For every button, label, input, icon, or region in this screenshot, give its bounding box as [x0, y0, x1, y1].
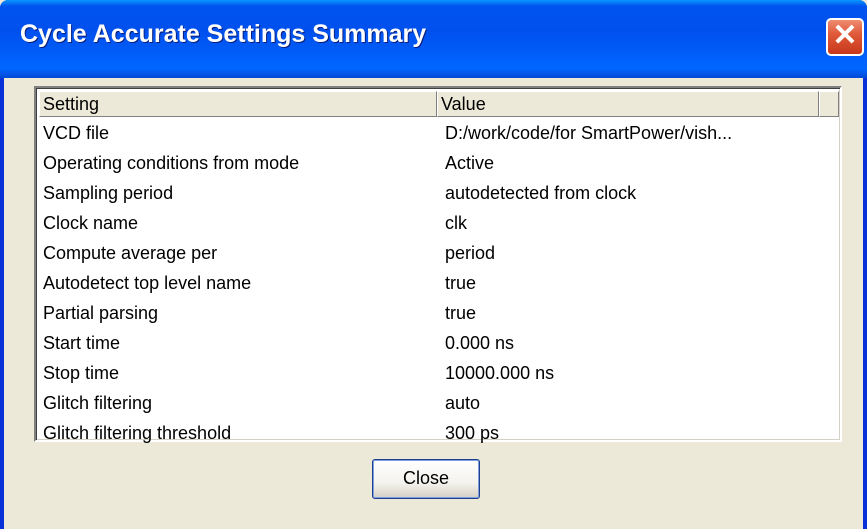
setting-value: auto	[445, 393, 481, 413]
table-row[interactable]: Autodetect top level name true	[36, 268, 836, 298]
table-row[interactable]: Glitch filtering auto	[36, 388, 836, 418]
setting-value: D:/work/code/for SmartPower/vish...	[445, 123, 733, 143]
table-row[interactable]: Glitch filtering threshold 300 ps	[36, 418, 836, 448]
table-row[interactable]: Start time 0.000 ns	[36, 328, 836, 358]
setting-value: true	[445, 303, 477, 323]
setting-value: 300 ps	[445, 423, 500, 443]
setting-value: Active	[445, 153, 495, 173]
close-window-icon[interactable]: ✕	[826, 18, 864, 56]
setting-value: autodetected from clock	[445, 183, 637, 203]
setting-name: Compute average per	[43, 243, 218, 263]
title-bar[interactable]: Cycle Accurate Settings Summary ✕	[0, 0, 867, 78]
setting-name: Partial parsing	[43, 303, 159, 323]
window-frame-right	[863, 78, 867, 529]
dialog-window: Cycle Accurate Settings Summary ✕ Settin…	[0, 0, 867, 529]
table-row[interactable]: Operating conditions from mode Active	[36, 148, 836, 178]
column-header-value[interactable]: Value	[437, 91, 819, 117]
table-row[interactable]: Sampling period autodetected from clock	[36, 178, 836, 208]
window-title: Cycle Accurate Settings Summary	[20, 20, 427, 48]
settings-list[interactable]: Setting Value VCD file D:/work/code/for S…	[34, 86, 842, 443]
table-row[interactable]: Clock name clk	[36, 208, 836, 238]
column-header-setting[interactable]: Setting	[39, 91, 437, 117]
table-row[interactable]: Stop time 10000.000 ns	[36, 358, 836, 388]
setting-name: Operating conditions from mode	[43, 153, 300, 173]
setting-name: Glitch filtering threshold	[43, 423, 232, 443]
table-row[interactable]: VCD file D:/work/code/for SmartPower/vish…	[36, 118, 836, 148]
list-header: Setting Value	[39, 91, 839, 117]
setting-name: Autodetect top level name	[43, 273, 252, 293]
close-button[interactable]: Close	[372, 459, 480, 499]
setting-name: Sampling period	[43, 183, 174, 203]
setting-name: Stop time	[43, 363, 120, 383]
setting-name: Glitch filtering	[43, 393, 153, 413]
setting-value: true	[445, 273, 477, 293]
table-row[interactable]: Partial parsing true	[36, 298, 836, 328]
setting-name: Clock name	[43, 213, 139, 233]
setting-value: period	[445, 243, 496, 263]
dialog-body: Setting Value VCD file D:/work/code/for S…	[4, 78, 863, 529]
table-row[interactable]: Compute average per period	[36, 238, 836, 268]
setting-name: Start time	[43, 333, 121, 353]
column-header-filler	[819, 91, 839, 117]
setting-value: clk	[445, 213, 467, 233]
list-rows: VCD file D:/work/code/for SmartPower/vish…	[36, 118, 836, 448]
setting-value: 10000.000 ns	[445, 363, 555, 383]
setting-name: VCD file	[43, 123, 110, 143]
setting-value: 0.000 ns	[445, 333, 515, 353]
